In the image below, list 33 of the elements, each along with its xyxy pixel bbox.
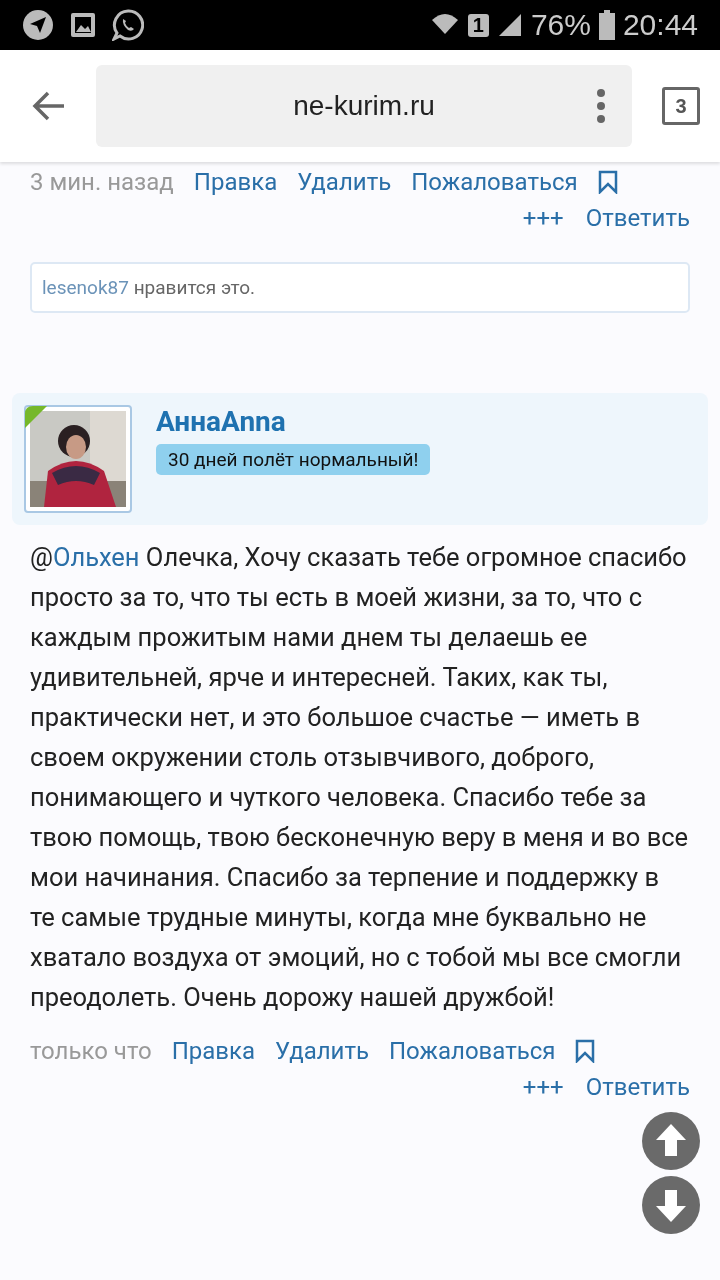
mention-link[interactable]: Ольхен: [52, 542, 140, 572]
post-time: только что: [30, 1037, 152, 1065]
clock: 20:44: [622, 8, 698, 42]
action-link[interactable]: Ответить: [585, 204, 690, 232]
user-status-badge: 30 дней полёт нормальный!: [156, 444, 431, 475]
post-time: 3 мин. назад: [30, 168, 174, 196]
user-link[interactable]: lesenok87: [42, 276, 129, 299]
action-link[interactable]: Ответить: [585, 1073, 690, 1101]
back-icon[interactable]: [32, 91, 66, 121]
image-icon: [70, 12, 96, 38]
action-link[interactable]: +++: [522, 1073, 564, 1101]
more-icon[interactable]: [596, 89, 606, 123]
action-link[interactable]: Удалить: [297, 168, 392, 196]
sim-badge: 1: [467, 13, 489, 37]
action-link[interactable]: +++: [522, 204, 564, 232]
message-text: @Ольхен Олечка, Хочу сказать тебе огромное спасибо просто за то, что ты есть в моей жизни, за то, что с каждым прожитым нами днем ты делаешь ее удивительней, ярче и интересней. Таких, как ты, практически нет, и это большое счастье — иметь в своем окружении столь отзывчивого, доброго, понимающего и чуткого человека. Спасибо тебе за твою помощь, твою бесконечную веру в меня и во все мои начинания. Спасибо за терпение и поддержку в те самые трудные минуты, когда мне буквально не хватало воздуха от эмоций, но с тобой мы все смогли преодолеть. Очень дорожу нашей дружбой!: [30, 541, 690, 1014]
author-name[interactable]: АннаAnna: [156, 405, 286, 438]
tab-count-button[interactable]: 3: [662, 87, 700, 125]
battery-icon: [598, 10, 615, 40]
action-link[interactable]: Пожаловаться: [389, 1037, 556, 1065]
action-link[interactable]: Удалить: [275, 1037, 369, 1065]
likes-text: нравится это.: [133, 276, 255, 299]
scroll-down-button[interactable]: [642, 1176, 700, 1234]
action-link[interactable]: Правка: [171, 1037, 256, 1065]
address-bar[interactable]: ne-kurim.ru: [96, 65, 632, 147]
bookmark-icon[interactable]: [575, 1039, 596, 1063]
action-link[interactable]: Правка: [193, 168, 278, 196]
battery-level: 76%: [530, 8, 591, 42]
bookmark-icon[interactable]: [597, 170, 618, 194]
action-link[interactable]: Пожаловаться: [411, 168, 578, 196]
scroll-up-button[interactable]: [642, 1112, 700, 1170]
phone-chat-icon: [112, 9, 144, 41]
send-icon: [22, 9, 54, 41]
